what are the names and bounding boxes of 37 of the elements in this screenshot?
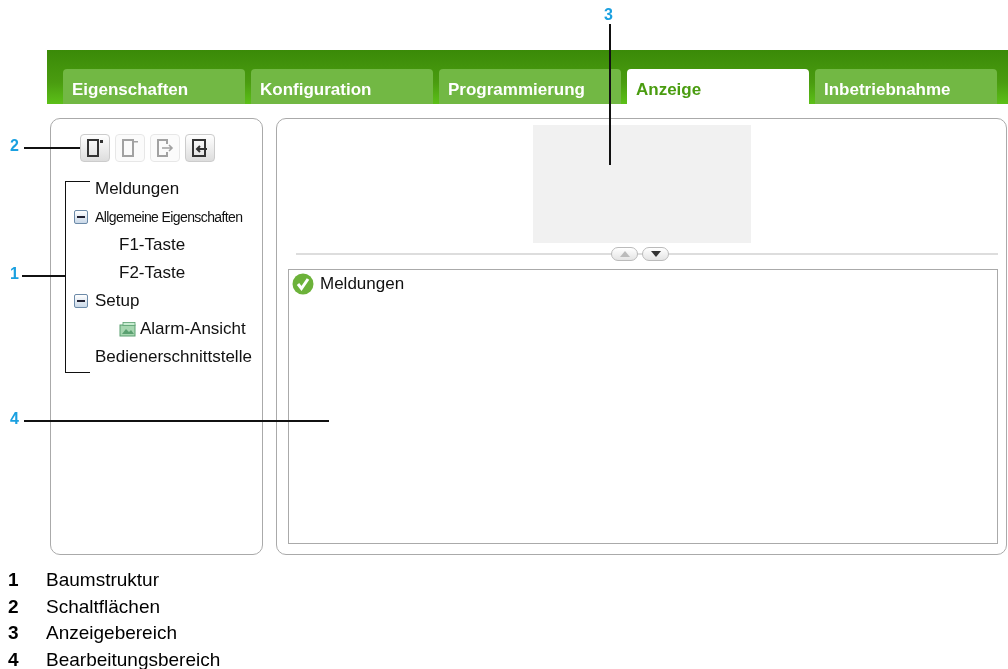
leader-line (22, 275, 65, 277)
triangle-down-icon (650, 251, 661, 257)
triangle-up-icon (619, 251, 630, 257)
tree-item[interactable]: Allgemeine Eigenschaften (95, 209, 243, 225)
callout-number: 2 (10, 137, 19, 155)
legend-text: Anzeigebereich (46, 622, 177, 645)
message-item[interactable]: Meldungen (320, 274, 405, 294)
toolbar-button[interactable] (185, 134, 215, 162)
leader-line (24, 147, 80, 149)
legend-text: Bearbeitungsbereich (46, 648, 221, 669)
callout-number: 4 (10, 410, 19, 428)
legend-number: 4 (8, 648, 20, 669)
import-icon (191, 138, 209, 158)
collapse-toggle[interactable] (74, 294, 88, 308)
tree-item[interactable]: Alarm-Ansicht (140, 319, 246, 339)
page-plus-icon (86, 138, 104, 158)
check-icon (292, 273, 314, 295)
legend-number: 1 (8, 569, 20, 592)
legend-number: 3 (8, 622, 20, 645)
tree-item[interactable]: Setup (95, 291, 140, 311)
callout-number: 3 (604, 6, 613, 24)
legend-number: 2 (8, 595, 20, 618)
legend-text: Schaltflächen (46, 595, 161, 618)
toolbar-button[interactable] (80, 134, 110, 162)
callout-number: 1 (10, 265, 19, 283)
minus-icon (77, 213, 85, 221)
splitter-button[interactable] (642, 247, 669, 261)
screen-icon (119, 321, 136, 337)
collapse-toggle[interactable] (74, 210, 88, 224)
legend-text: Baumstruktur (46, 569, 159, 592)
minus-icon (77, 297, 85, 305)
tree-item[interactable]: F2-Taste (119, 263, 186, 283)
tree-item[interactable]: Bedienerschnittstelle (95, 347, 252, 367)
tree-item[interactable]: F1-Taste (119, 235, 186, 255)
page-minus-icon (121, 138, 139, 158)
tree-item[interactable]: Meldungen (95, 179, 180, 199)
export-icon (156, 138, 174, 158)
